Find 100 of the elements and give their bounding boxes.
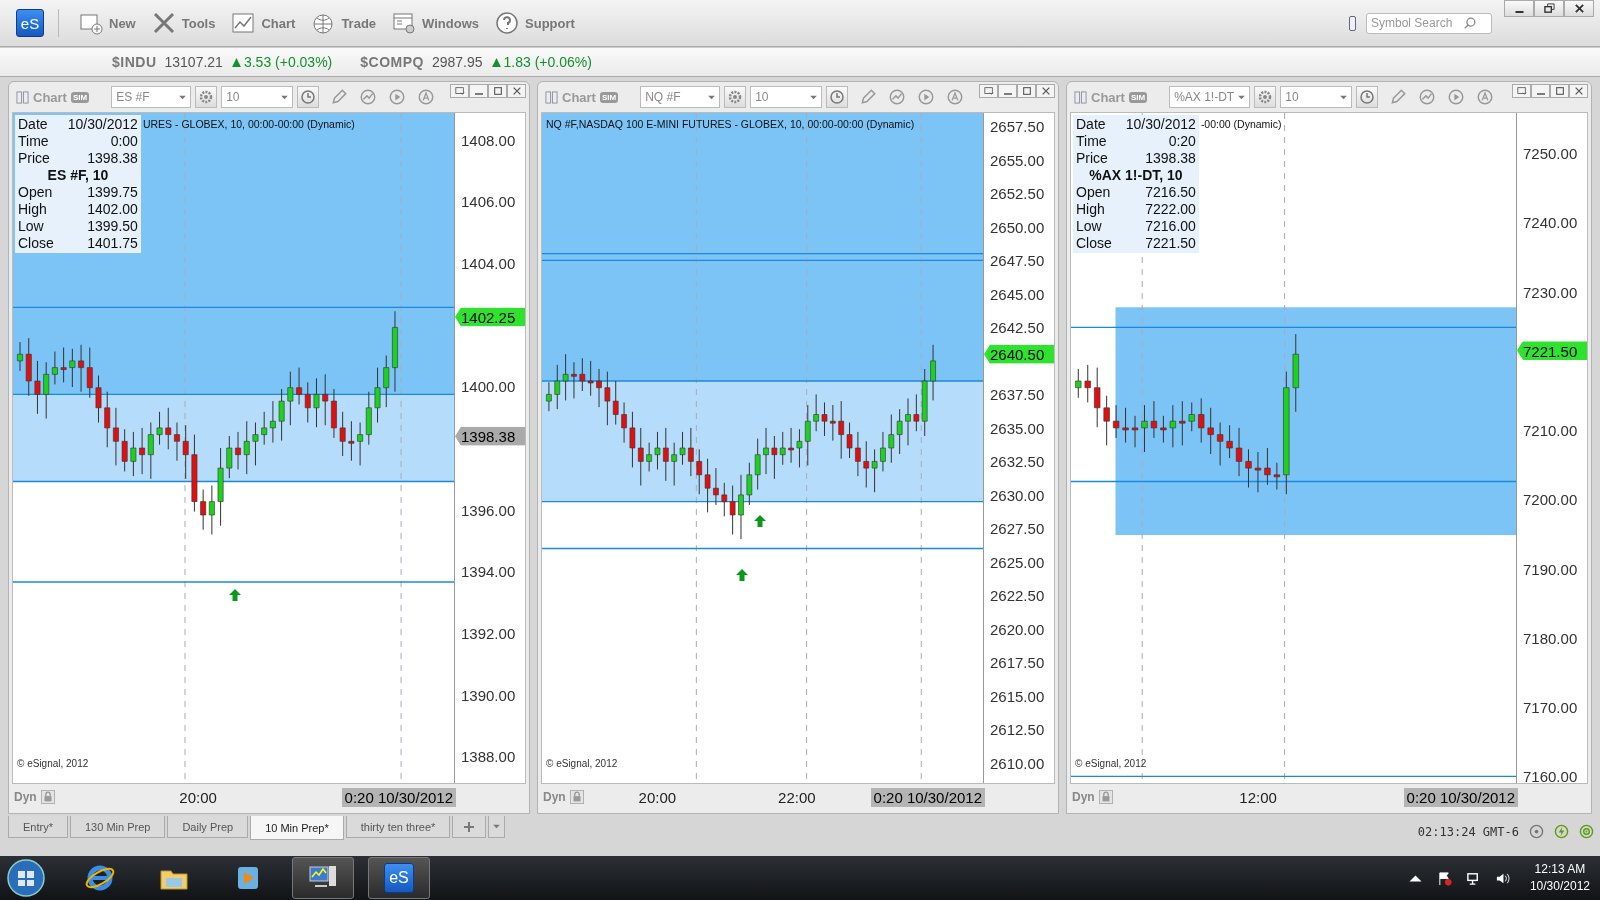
time-axis-label: 20:00 — [179, 788, 217, 806]
price-axis-label: 2632.50 — [990, 452, 1045, 470]
price-axis-label: 7240.00 — [1523, 213, 1578, 231]
price-axis-label: 7210.00 — [1523, 421, 1578, 439]
data-value: 7221.50 — [1144, 235, 1196, 252]
data-label: Low — [18, 218, 45, 235]
price-marker: 7221.50 — [1517, 341, 1587, 360]
data-heading: ES #F, 10 — [46, 167, 110, 184]
window-title: Chart — [33, 89, 67, 105]
interval-dropdown[interactable]: 10 — [221, 86, 294, 108]
time-axis-label: 12:00 — [1239, 788, 1277, 806]
symbol-dropdown[interactable]: %AX 1!-DT — [1169, 86, 1251, 108]
data-label: High — [1076, 201, 1106, 218]
price-axis-label: 2620.00 — [990, 620, 1045, 638]
price-axis-label: 1392.00 — [461, 624, 516, 642]
data-label: Close — [18, 235, 54, 252]
cursor-time-label: 0:20 10/30/2012 — [870, 787, 985, 807]
ticker-change: 3.53 (+0.03%) — [243, 54, 333, 70]
page-tab[interactable]: Daily Prep — [167, 816, 249, 838]
price-axis-label: 7190.00 — [1523, 560, 1578, 578]
data-label: Time — [1076, 133, 1108, 150]
taskbar-clock[interactable]: 12:13 AM 10/30/2012 — [1529, 861, 1590, 895]
sim-badge: SIM — [70, 91, 90, 103]
price-axis-label: 2627.50 — [990, 519, 1045, 537]
price-axis-label: 1400.00 — [461, 377, 516, 395]
toolbar-button[interactable]: Chart — [225, 8, 302, 38]
dyn-label: Dyn — [1072, 790, 1095, 804]
price-axis-label: 2652.50 — [990, 184, 1045, 202]
data-label: Time — [18, 133, 50, 150]
cursor-time-label: 0:20 10/30/2012 — [341, 787, 456, 807]
price-axis-label: 2657.50 — [990, 117, 1045, 135]
price-axis-label: 2647.50 — [990, 251, 1045, 269]
symbol-dropdown[interactable]: NQ #F — [640, 86, 721, 108]
data-value: 7216.00 — [1144, 218, 1196, 235]
price-axis-label: 1394.00 — [461, 562, 516, 580]
toolbar-button[interactable]: Tools — [145, 8, 222, 38]
data-value: 1398.38 — [1144, 150, 1196, 167]
price-axis-label: 1406.00 — [461, 192, 516, 210]
price-axis-label: 2617.50 — [990, 653, 1045, 671]
price-axis-label: 2612.50 — [990, 720, 1045, 738]
page-tab[interactable]: 10 Min Prep* — [250, 816, 344, 840]
time-axis-label: 22:00 — [778, 788, 816, 806]
app-logo: eS — [384, 863, 414, 893]
data-value: 10/30/2012 — [67, 116, 138, 133]
data-label: Low — [1076, 218, 1103, 235]
price-axis-label: 1404.00 — [461, 254, 516, 272]
price-axis-label: 2655.00 — [990, 151, 1045, 169]
copyright-text: © eSignal, 2012 — [1075, 758, 1147, 769]
toolbar-button[interactable]: New — [73, 8, 142, 38]
data-value: 0:00 — [109, 133, 138, 150]
page-tab[interactable]: thirty ten three* — [345, 816, 451, 838]
data-value: 7222.00 — [1144, 201, 1196, 218]
data-value: 1399.75 — [86, 184, 138, 201]
toolbar-button[interactable]: Windows — [386, 8, 485, 38]
sim-badge: SIM — [1128, 91, 1148, 103]
data-label: Date — [1076, 116, 1107, 133]
toolbar-button[interactable]: Trade — [305, 8, 383, 38]
ticker-price: 13107.21 — [164, 54, 223, 70]
symbol-search-field[interactable]: Symbol Search — [1366, 12, 1492, 34]
data-value: 1399.50 — [86, 218, 138, 235]
price-axis-label: 1408.00 — [461, 131, 516, 149]
data-label: High — [18, 201, 48, 218]
data-value: 1398.38 — [86, 150, 138, 167]
cursor-time-label: 0:20 10/30/2012 — [1403, 787, 1518, 807]
price-axis-label: 1388.00 — [461, 747, 516, 765]
price-axis-label: 2635.00 — [990, 419, 1045, 437]
chart-title: NQ #F,NASDAQ 100 E-MINI FUTURES - GLOBEX, 10, 00:00-00:00 (Dynamic) — [546, 118, 915, 130]
status-clock: 02:13:24 GMT-6 — [1417, 825, 1519, 839]
price-axis-label: 2645.00 — [990, 285, 1045, 303]
chart-title: -00:00 (Dynamic) — [1200, 118, 1282, 130]
data-label: Open — [18, 184, 54, 201]
page-tab[interactable]: Entry* — [8, 816, 68, 838]
symbol-dropdown[interactable]: ES #F — [111, 86, 192, 108]
toolbar-button[interactable]: Support — [489, 8, 581, 38]
price-axis-label: 1390.00 — [461, 686, 516, 704]
price-axis-label: 7160.00 — [1523, 767, 1578, 785]
interval-dropdown[interactable]: 10 — [750, 86, 823, 108]
price-axis-label: 1396.00 — [461, 501, 516, 519]
copyright-text: © eSignal, 2012 — [546, 758, 618, 769]
ticker-price: 2987.95 — [431, 54, 483, 70]
data-label: Date — [18, 116, 49, 133]
price-axis-label: 2642.50 — [990, 318, 1045, 336]
interval-dropdown[interactable]: 10 — [1280, 86, 1353, 108]
window-title: Chart — [1091, 89, 1125, 105]
esignal-taskbar-button[interactable]: eS — [368, 857, 430, 899]
data-value: 10/30/2012 — [1125, 116, 1196, 133]
data-label: Price — [18, 150, 51, 167]
price-axis-label: 2650.00 — [990, 218, 1045, 236]
price-marker: 2640.50 — [984, 344, 1054, 364]
data-label: Price — [1076, 150, 1109, 167]
app-logo[interactable]: eS — [16, 9, 44, 37]
data-value: 7216.50 — [1144, 184, 1196, 201]
price-axis-label: 7230.00 — [1523, 283, 1578, 301]
data-value: 1402.00 — [86, 201, 138, 218]
page-tab[interactable]: 130 Min Prep — [69, 816, 166, 838]
dyn-label: Dyn — [543, 790, 566, 804]
price-axis-label: 2610.00 — [990, 754, 1045, 772]
price-axis-label: 7250.00 — [1523, 144, 1578, 162]
ticker-symbol: $INDU — [112, 54, 157, 70]
price-axis-label: 2622.50 — [990, 586, 1045, 604]
